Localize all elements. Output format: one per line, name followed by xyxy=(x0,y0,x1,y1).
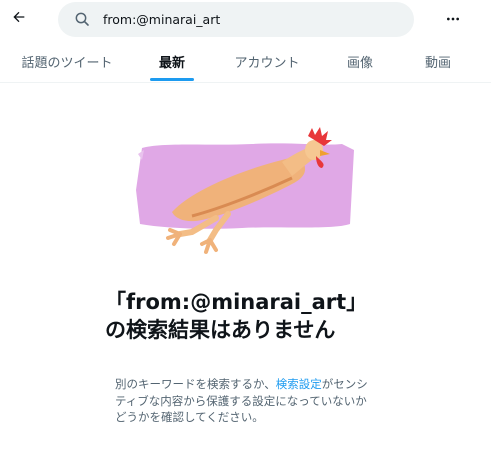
arrow-left-icon xyxy=(13,11,25,23)
more-horizontal-icon xyxy=(447,17,459,21)
back-button[interactable] xyxy=(4,2,34,32)
empty-state-description: 別のキーワードを検索するか、検索設定がセンシティブな内容から保護する設定になって… xyxy=(115,376,375,426)
more-button[interactable] xyxy=(440,6,466,32)
search-icon xyxy=(75,12,89,26)
search-input[interactable]: from:@minarai_art xyxy=(58,2,414,37)
tab-media[interactable]: 画像 xyxy=(332,41,388,82)
tab-latest[interactable]: 最新 xyxy=(140,41,204,82)
tabs-scroll-fade xyxy=(476,41,491,82)
search-settings-link[interactable]: 検索設定 xyxy=(276,377,322,391)
tab-top[interactable]: 話題のツイート xyxy=(8,41,126,82)
empty-state-title: 「from:@minarai_art」の検索結果はありません xyxy=(105,290,368,342)
active-tab-indicator xyxy=(150,78,194,81)
header: from:@minarai_art xyxy=(0,0,491,40)
search-results-page: from:@minarai_art 話題のツイート 最新 アカウント 画像 動画 xyxy=(0,0,491,457)
tab-videos[interactable]: 動画 xyxy=(410,41,466,82)
empty-state-desc-text: 別のキーワードを検索するか、 xyxy=(115,377,276,391)
search-query[interactable]: from:@minarai_art xyxy=(103,12,220,27)
search-tabs: 話題のツイート 最新 アカウント 画像 動画 xyxy=(0,41,491,83)
rubber-chicken-image xyxy=(136,127,354,254)
tab-people[interactable]: アカウント xyxy=(222,41,312,82)
